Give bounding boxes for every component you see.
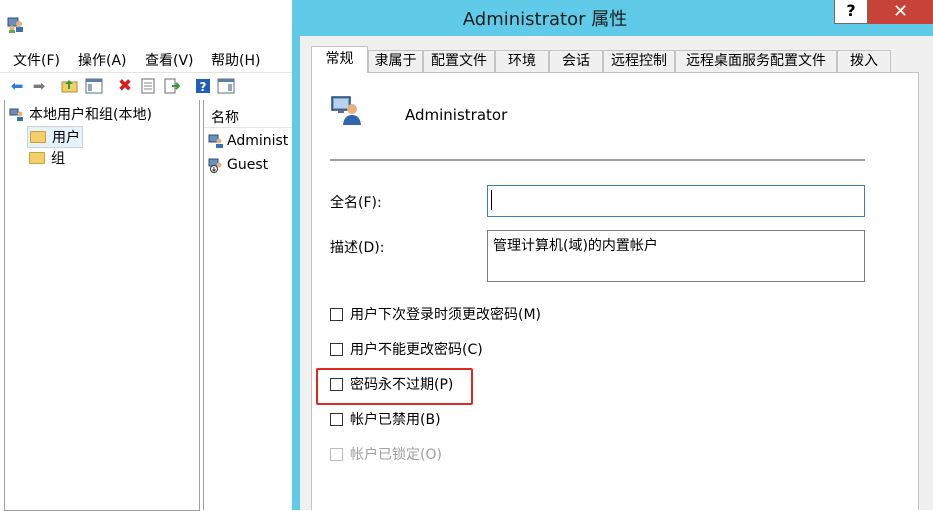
list-item-label: Guest xyxy=(227,157,269,173)
disabled-user-icon xyxy=(208,158,222,173)
tab-general[interactable]: 常规 xyxy=(311,46,368,73)
export-list-icon[interactable] xyxy=(162,76,182,96)
cannot-change-password-checkbox[interactable] xyxy=(330,342,343,356)
tree-root-label: 本地用户和组(本地) xyxy=(29,107,152,123)
users-groups-icon xyxy=(9,108,23,121)
list-item-administrator[interactable]: Administ xyxy=(208,131,292,151)
toolbar: ⬅ ➡ ✖ ? xyxy=(0,72,300,101)
account-disabled-checkbox[interactable] xyxy=(330,412,343,426)
separator xyxy=(330,159,865,161)
show-hide-tree-icon[interactable] xyxy=(84,76,104,96)
fullname-label: 全名(F): xyxy=(330,195,382,211)
folder-icon xyxy=(29,152,45,164)
account-name: Administrator xyxy=(405,106,508,124)
fullname-input[interactable] xyxy=(487,185,865,217)
tab-environment[interactable]: 环境 xyxy=(495,50,549,72)
menu-help[interactable]: 帮助(H) xyxy=(211,50,260,70)
tab-profile[interactable]: 配置文件 xyxy=(423,50,495,72)
tab-sessions[interactable]: 会话 xyxy=(549,50,603,72)
delete-icon[interactable]: ✖ xyxy=(115,76,135,96)
menu-action[interactable]: 操作(A) xyxy=(78,50,127,70)
checkbox-label: 帐户已禁用(B) xyxy=(350,412,441,428)
tab-rds-profile[interactable]: 远程桌面服务配置文件 xyxy=(675,50,837,72)
checkbox-label: 帐户已锁定(O) xyxy=(350,447,442,463)
help-icon[interactable]: ? xyxy=(193,76,213,96)
list-item-label: Administ xyxy=(227,133,289,149)
background-titlebar[interactable] xyxy=(0,0,300,44)
user-account-icon xyxy=(208,134,223,148)
tree-item-groups-label: 组 xyxy=(51,151,65,167)
user-account-icon xyxy=(331,96,361,125)
tab-dial-in[interactable]: 拨入 xyxy=(837,50,891,72)
must-change-password-option[interactable]: 用户下次登录时须更改密码(M) xyxy=(330,304,541,324)
tree-item-users[interactable]: 用户 xyxy=(27,126,83,148)
svg-text:?: ? xyxy=(200,80,207,94)
tree-root-local-users-groups[interactable]: 本地用户和组(本地) xyxy=(9,104,152,124)
must-change-password-checkbox[interactable] xyxy=(330,307,343,321)
checkbox-label: 用户下次登录时须更改密码(M) xyxy=(350,307,542,323)
tab-member-of[interactable]: 隶属于 xyxy=(368,50,423,72)
tab-remote-control[interactable]: 远程控制 xyxy=(603,50,675,72)
checkbox-label: 用户不能更改密码(C) xyxy=(350,342,483,358)
close-icon: ✕ xyxy=(892,1,909,22)
up-folder-icon[interactable] xyxy=(60,76,80,96)
tree-item-groups[interactable]: 组 xyxy=(29,148,65,168)
dialog-title: Administrator 属性 xyxy=(462,9,628,30)
menu-file[interactable]: 文件(F) xyxy=(13,50,60,70)
forward-arrow-icon[interactable]: ➡ xyxy=(29,76,49,96)
menu-bar: 文件(F) 操作(A) 查看(V) 帮助(H) xyxy=(0,44,300,72)
red-highlight-box xyxy=(316,368,473,405)
menu-view[interactable]: 查看(V) xyxy=(145,50,194,70)
help-button[interactable]: ? xyxy=(834,0,868,24)
back-arrow-icon[interactable]: ⬅ xyxy=(7,76,27,96)
properties-icon[interactable] xyxy=(138,76,158,96)
console-tree: 本地用户和组(本地) 用户 组 xyxy=(4,100,200,511)
close-button[interactable]: ✕ xyxy=(868,0,933,24)
description-label: 描述(D): xyxy=(330,240,385,256)
users-groups-app-icon xyxy=(7,17,23,33)
account-locked-checkbox xyxy=(330,447,343,461)
account-disabled-option[interactable]: 帐户已禁用(B) xyxy=(330,409,441,429)
folder-icon xyxy=(30,131,46,143)
list-item-guest[interactable]: Guest xyxy=(208,155,268,175)
account-locked-option: 帐户已锁定(O) xyxy=(330,444,442,464)
action-pane-icon[interactable] xyxy=(216,76,236,96)
cannot-change-password-option[interactable]: 用户不能更改密码(C) xyxy=(330,339,483,359)
name-column-label: 名称 xyxy=(211,110,239,126)
name-column-header[interactable]: 名称 xyxy=(204,105,300,128)
tree-item-users-label: 用户 xyxy=(52,130,80,146)
text-caret xyxy=(491,190,492,210)
description-input[interactable]: 管理计算机(域)的内置帐户 xyxy=(487,230,865,282)
